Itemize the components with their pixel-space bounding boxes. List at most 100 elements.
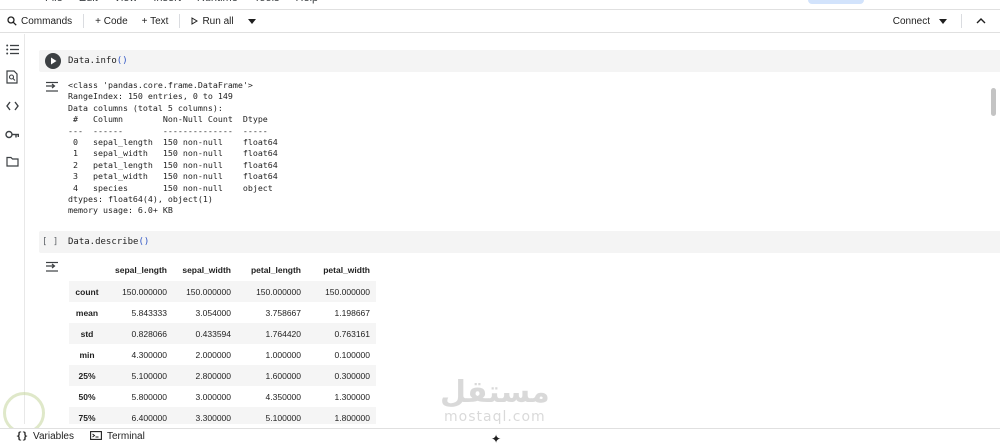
notebook-content: Data.info() <class 'pandas.core.frame.Da…	[25, 34, 1000, 424]
collapse-toolbar-button[interactable]	[966, 10, 1000, 32]
table-cell: 150.000000	[325, 286, 370, 297]
table-cell: 2.000000	[195, 349, 231, 360]
output-line: memory usage: 6.0+ KB	[68, 205, 173, 216]
table-row: std 0.828066 0.433594 1.764420 0.763161	[69, 323, 376, 344]
table-row: 50% 5.800000 3.000000 4.350000 1.300000	[69, 386, 376, 407]
play-icon	[50, 52, 57, 70]
info-output: <class 'pandas.core.frame.DataFrame'> Ran…	[68, 80, 278, 217]
code-parens: ()	[138, 237, 150, 247]
play-icon	[191, 17, 199, 25]
add-text-button[interactable]: + Text	[135, 10, 176, 32]
menu-item-help[interactable]: Help	[296, 0, 319, 4]
output-line: 1 sepal_width 150 non-null float64	[68, 148, 278, 159]
variables-button[interactable]: {} Variables	[0, 431, 82, 442]
find-icon	[6, 69, 18, 89]
add-code-button[interactable]: + Code	[88, 10, 135, 32]
code-text: Data.describe	[68, 237, 139, 247]
table-row: 75% 6.400000 3.300000 5.100000 1.800000	[69, 407, 376, 424]
files-folder-icon	[5, 154, 19, 172]
gemini-sparkle-icon[interactable]: ✦	[491, 432, 501, 444]
table-cell: 5.843333	[131, 307, 167, 318]
execution-count-marker[interactable]: [ ]	[42, 231, 58, 253]
table-cell: 2.800000	[195, 370, 231, 381]
run-all-label: Run all	[202, 15, 234, 27]
code-cell-describe[interactable]: [ ] Data.describe()	[39, 231, 1000, 253]
terminal-icon	[90, 430, 102, 443]
table-cell: 4.300000	[131, 349, 167, 360]
table-cell: 5.100000	[265, 412, 301, 423]
output-actions-button[interactable]	[45, 80, 59, 92]
menu-item-insert[interactable]: Insert	[153, 0, 181, 4]
table-cell: 5.100000	[131, 370, 167, 381]
table-cell: 5.800000	[131, 391, 167, 402]
code-snippets-icon	[5, 98, 19, 116]
table-cell: 3.000000	[195, 391, 231, 402]
secrets-button[interactable]	[0, 121, 24, 149]
chevron-up-icon	[976, 18, 986, 24]
table-cell: 1.000000	[265, 349, 301, 360]
run-all-dropdown[interactable]	[241, 10, 263, 32]
variables-braces-icon: {}	[16, 431, 29, 442]
table-of-contents-button[interactable]	[0, 37, 24, 65]
table-cell: 6.400000	[131, 412, 167, 423]
caret-down-icon	[939, 18, 947, 24]
table-header: sepal_length sepal_width petal_length petal…	[69, 258, 376, 281]
menu-item-edit[interactable]: Edit	[79, 0, 98, 4]
column-header-petal-length: petal_length	[250, 264, 301, 275]
add-code-label: + Code	[95, 15, 128, 27]
output-line: --- ------ -------------- -----	[68, 125, 278, 136]
notebook-toolbar: Commands + Code + Text Run all Connect	[0, 9, 1000, 33]
table-cell: 3.300000	[195, 412, 231, 423]
output-line: 4 species 150 non-null object	[68, 182, 278, 193]
output-toggle-icon	[45, 80, 59, 97]
row-label: 25%	[78, 370, 96, 381]
commands-button[interactable]: Commands	[0, 10, 79, 32]
table-cell: 1.300000	[334, 391, 370, 402]
row-label: 75%	[78, 412, 96, 423]
column-header-sepal-width: sepal_width	[182, 264, 231, 275]
connect-button[interactable]: Connect	[886, 10, 937, 32]
menu-highlight-pill	[808, 0, 864, 4]
menu-row: File Edit View Insert Runtime Tools Help	[45, 0, 318, 4]
toolbar-divider	[179, 14, 181, 28]
table-cell: 1.198667	[334, 307, 370, 318]
column-header-sepal-length: sepal_length	[115, 264, 167, 275]
table-row: mean 5.843333 3.054000 3.758667 1.198667	[69, 302, 376, 323]
menu-item-file[interactable]: File	[45, 0, 63, 4]
output-toggle-icon	[45, 260, 59, 277]
status-bar: {} Variables Terminal ✦	[0, 428, 1000, 444]
secrets-key-icon	[4, 126, 20, 144]
code-text: Data.info	[68, 56, 117, 66]
output-line: # Column Non-Null Count Dtype	[68, 114, 278, 125]
table-cell: 1.764420	[265, 328, 301, 339]
code-snippets-button[interactable]	[0, 93, 24, 121]
menu-item-view[interactable]: View	[114, 0, 138, 4]
code-cell-info[interactable]: Data.info()	[39, 50, 1000, 72]
caret-down-icon	[247, 18, 256, 24]
connect-dropdown[interactable]	[937, 10, 957, 32]
output-line: 3 petal_width 150 non-null float64	[68, 171, 278, 182]
row-label: mean	[75, 307, 99, 318]
row-label: min	[79, 349, 95, 360]
run-cell-button[interactable]	[45, 53, 61, 69]
terminal-button[interactable]: Terminal	[82, 430, 153, 443]
vertical-scrollbar-thumb[interactable]	[991, 88, 996, 116]
table-of-contents-icon	[5, 42, 19, 60]
table-cell: 1.600000	[265, 370, 301, 381]
table-cell: 4.350000	[265, 391, 301, 402]
files-button[interactable]	[0, 149, 24, 177]
output-actions-button[interactable]	[45, 260, 59, 272]
left-sidebar	[0, 34, 24, 424]
find-replace-button[interactable]	[0, 65, 24, 93]
toolbar-right: Connect	[886, 10, 1000, 32]
table-cell: 0.300000	[334, 370, 370, 381]
search-icon	[7, 16, 17, 26]
table-cell: 3.758667	[265, 307, 301, 318]
table-header-row: sepal_length sepal_width petal_length petal…	[69, 258, 376, 281]
toolbar-divider	[83, 14, 85, 28]
run-all-button[interactable]: Run all	[184, 10, 240, 32]
menu-item-tools[interactable]: Tools	[254, 0, 280, 4]
code-line: Data.info()	[68, 56, 128, 66]
menu-item-runtime[interactable]: Runtime	[197, 0, 238, 4]
table-cell: 1.800000	[334, 412, 370, 423]
